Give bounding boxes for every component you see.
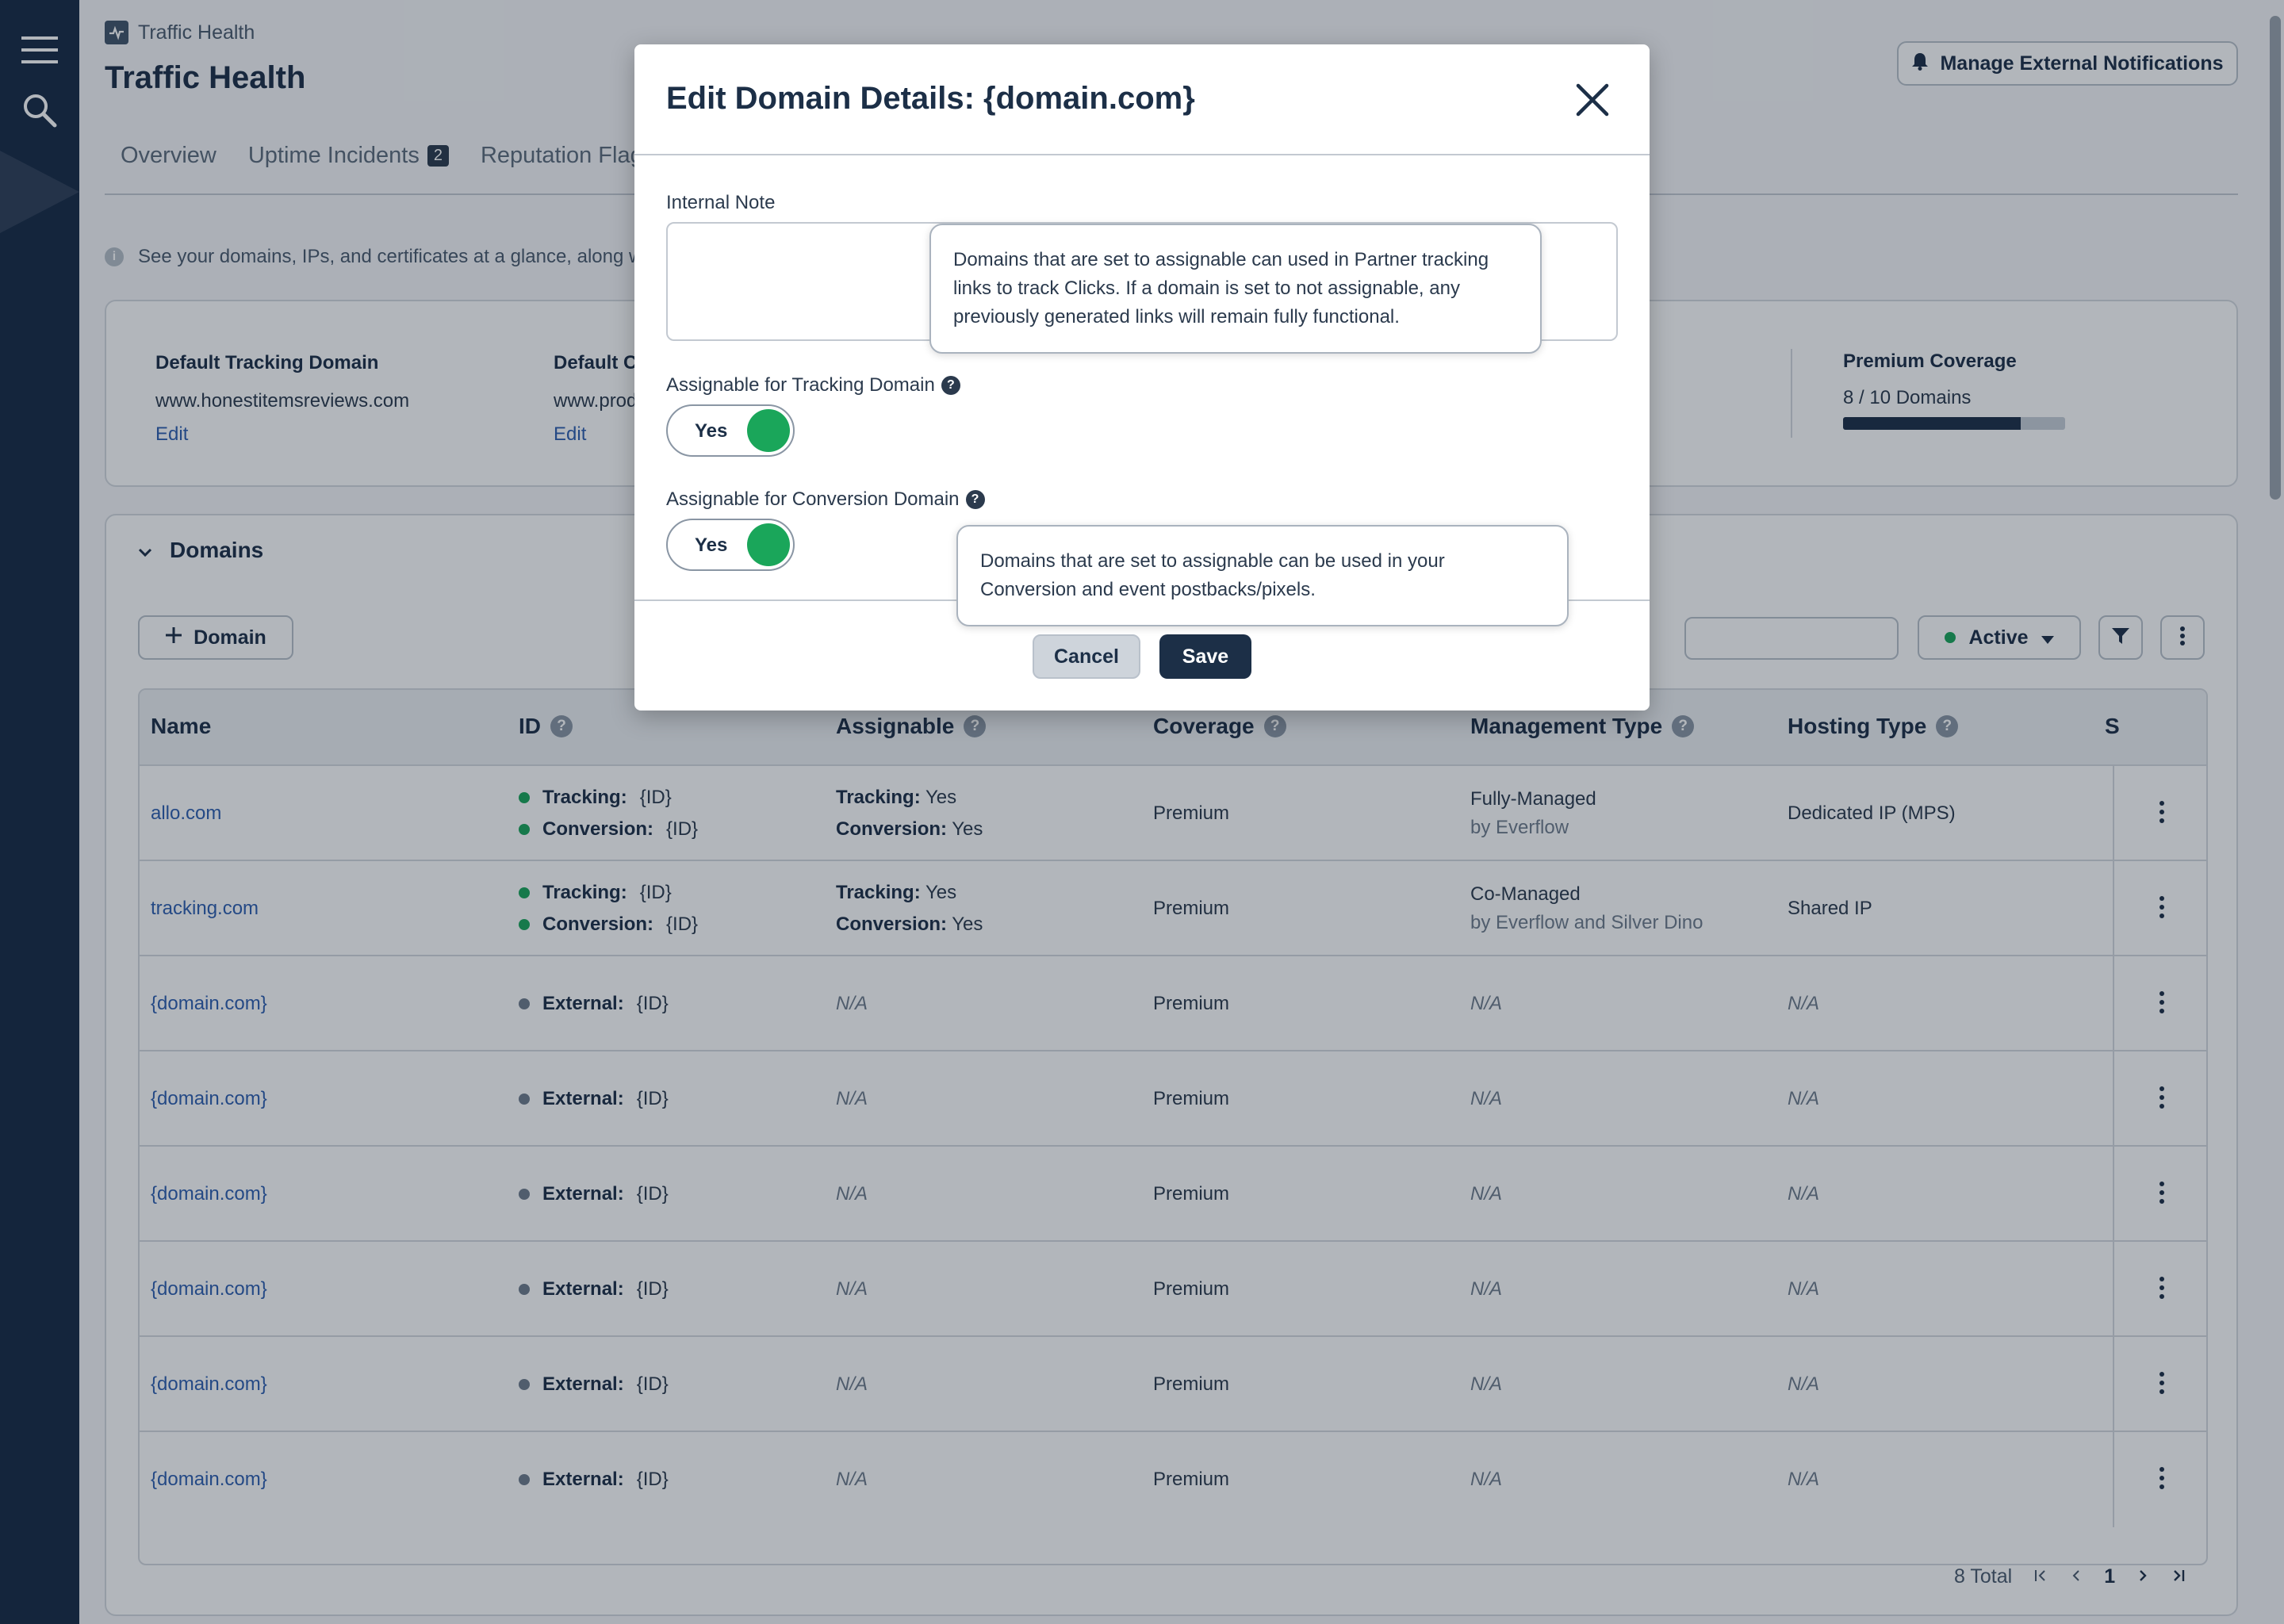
toggle-label: Yes [695, 420, 728, 442]
save-button[interactable]: Save [1159, 634, 1251, 679]
toggle-label: Yes [695, 534, 728, 556]
conversion-tooltip: Domains that are set to assignable can b… [956, 525, 1569, 626]
field-label: Assignable for Tracking Domain [666, 374, 935, 396]
conversion-assignable-label: Assignable for Conversion Domain ? [666, 488, 985, 511]
tracking-assignable-label: Assignable for Tracking Domain ? [666, 374, 960, 396]
tracking-assignable-toggle[interactable]: Yes [666, 404, 795, 457]
modal-title: Edit Domain Details: {domain.com} [666, 81, 1195, 116]
conversion-assignable-toggle[interactable]: Yes [666, 519, 795, 571]
field-label: Internal Note [666, 192, 776, 213]
internal-note-label: Internal Note [666, 192, 775, 214]
help-icon[interactable]: ? [941, 376, 960, 395]
cancel-button[interactable]: Cancel [1033, 634, 1140, 679]
toggle-knob [747, 409, 790, 452]
field-label: Assignable for Conversion Domain [666, 488, 960, 510]
close-icon[interactable] [1575, 82, 1610, 117]
help-icon[interactable]: ? [965, 490, 985, 509]
divider [634, 154, 1650, 155]
tracking-tooltip: Domains that are set to assignable can u… [929, 224, 1542, 354]
toggle-knob [747, 523, 790, 566]
